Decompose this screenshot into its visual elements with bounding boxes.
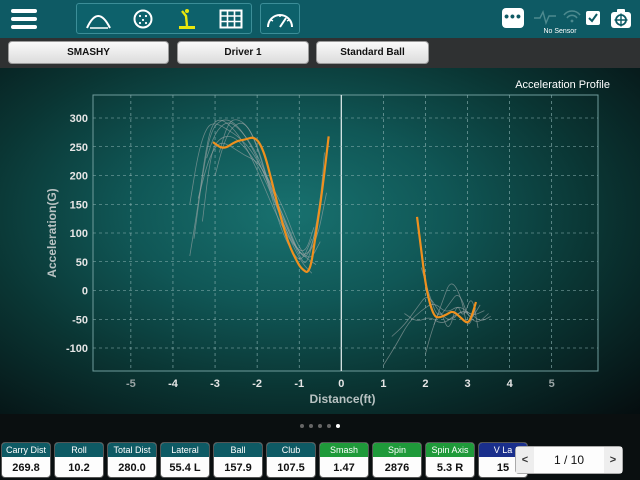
chart-panel[interactable]: -5 -4 -3 -2 -1 0 1 2 3 4 5 300 250 200 150 100 50 0 -50 -10… bbox=[0, 68, 640, 414]
next-shot-button[interactable]: > bbox=[604, 447, 622, 473]
ball-icon bbox=[133, 9, 153, 28]
club-select-button[interactable]: Driver 1 bbox=[177, 41, 309, 64]
chart-title: Acceleration Profile bbox=[515, 79, 610, 91]
page-indicator bbox=[0, 420, 640, 432]
prev-shot-button[interactable]: < bbox=[516, 447, 534, 473]
x-tick-label: 2 bbox=[422, 378, 428, 390]
check-icon bbox=[588, 13, 598, 23]
x-tick-label: 5 bbox=[549, 378, 555, 390]
stat-label: Ball bbox=[214, 443, 262, 457]
target-camera-icon bbox=[611, 9, 631, 28]
stat-value: 1.47 bbox=[333, 462, 355, 474]
stat-value: 107.5 bbox=[277, 462, 305, 474]
x-tick-label: 3 bbox=[464, 378, 470, 390]
x-tick-label: 4 bbox=[507, 378, 514, 390]
page-dot[interactable] bbox=[300, 424, 304, 428]
stat-tile[interactable]: Roll 10.2 bbox=[54, 442, 104, 478]
swing-arc-tab[interactable] bbox=[77, 4, 121, 33]
x-axis-label: Distance(ft) bbox=[309, 392, 375, 406]
shot-counter: 1 / 10 bbox=[553, 453, 585, 467]
table-grid-icon bbox=[219, 9, 243, 28]
stat-label: Roll bbox=[55, 443, 103, 457]
more-options-label: ••• bbox=[504, 8, 522, 24]
stat-tile[interactable]: Total Dist 280.0 bbox=[107, 442, 157, 478]
stat-tile[interactable]: Spin Axis 5.3 R bbox=[425, 442, 475, 478]
stat-value: 2876 bbox=[384, 462, 410, 474]
table-tab[interactable] bbox=[209, 4, 253, 33]
stat-value: 55.4 L bbox=[169, 462, 201, 474]
y-tick-label: 300 bbox=[70, 113, 88, 125]
swing-arc-icon bbox=[86, 14, 111, 29]
background-trace-line bbox=[189, 123, 327, 255]
selector-row: SMASHY Driver 1 Standard Ball bbox=[0, 38, 640, 68]
top-toolbar: ••• No Sensor bbox=[0, 0, 640, 38]
shot-stats-row: Carry Dist 269.8 Roll 10.2 Total Dist 280.0 La… bbox=[0, 442, 528, 478]
stat-value: 5.3 R bbox=[436, 462, 464, 474]
stat-tile[interactable]: Spin 2876 bbox=[372, 442, 422, 478]
stat-value: 280.0 bbox=[118, 462, 146, 474]
page-dot[interactable] bbox=[336, 424, 340, 428]
app-window: ••• No Sensor SMASHY Driver 1 Standard B… bbox=[0, 0, 640, 480]
y-tick-label: 50 bbox=[76, 257, 88, 269]
stat-value: 269.8 bbox=[12, 462, 40, 474]
golfer-tab[interactable] bbox=[165, 4, 209, 33]
mode-select-button[interactable]: SMASHY bbox=[8, 41, 169, 64]
stat-tile[interactable]: Carry Dist 269.8 bbox=[1, 442, 51, 478]
stat-tile[interactable]: Smash 1.47 bbox=[319, 442, 369, 478]
x-tick-label: -2 bbox=[252, 378, 262, 390]
x-tick-label: 0 bbox=[338, 378, 344, 390]
stat-tile[interactable]: Ball 157.9 bbox=[213, 442, 263, 478]
confirm-checkbox[interactable] bbox=[586, 11, 600, 25]
sensor-signal-icon bbox=[534, 10, 581, 26]
x-tick-label: -1 bbox=[294, 378, 304, 390]
stat-label: Spin bbox=[373, 443, 421, 457]
shot-pager: < 1 / 10 > bbox=[515, 446, 623, 474]
golfer-icon bbox=[179, 8, 195, 29]
stat-label: Carry Dist bbox=[2, 443, 50, 457]
x-tick-label: -4 bbox=[168, 378, 179, 390]
stat-tile[interactable]: Club 107.5 bbox=[266, 442, 316, 478]
ball-tab[interactable] bbox=[121, 4, 165, 33]
stat-label: Club bbox=[267, 443, 315, 457]
stat-label: Spin Axis bbox=[426, 443, 474, 457]
sensor-status-label: No Sensor bbox=[543, 28, 577, 35]
page-dot[interactable] bbox=[318, 424, 322, 428]
stat-label: Lateral bbox=[161, 443, 209, 457]
stat-label: Smash bbox=[320, 443, 368, 457]
speedometer-icon bbox=[267, 13, 293, 28]
background-trace-line bbox=[420, 267, 481, 317]
stat-value: 157.9 bbox=[224, 462, 252, 474]
acceleration-chart: -5 -4 -3 -2 -1 0 1 2 3 4 5 300 250 200 150 100 50 0 -50 -10… bbox=[45, 94, 599, 406]
y-tick-label: -50 bbox=[72, 314, 88, 326]
y-tick-label: -100 bbox=[66, 343, 88, 355]
y-tick-label: 100 bbox=[70, 228, 88, 240]
hamburger-icon bbox=[11, 9, 37, 29]
x-tick-label: -5 bbox=[126, 378, 136, 390]
y-tick-label: 150 bbox=[70, 199, 88, 211]
more-options-button[interactable]: ••• bbox=[502, 8, 524, 28]
y-axis-label: Acceleration(G) bbox=[45, 188, 59, 277]
x-tick-label: 1 bbox=[380, 378, 386, 390]
y-tick-label: 250 bbox=[70, 142, 88, 154]
y-tick-label: 0 bbox=[82, 286, 88, 298]
gauge-button[interactable] bbox=[260, 3, 300, 34]
view-selector bbox=[76, 3, 252, 34]
sensor-status: No Sensor bbox=[532, 6, 588, 36]
stat-tile[interactable]: Lateral 55.4 L bbox=[160, 442, 210, 478]
stat-value: 10.2 bbox=[68, 462, 90, 474]
menu-button[interactable] bbox=[6, 4, 42, 34]
stat-label: Total Dist bbox=[108, 443, 156, 457]
y-tick-label: 200 bbox=[70, 171, 88, 183]
page-dot[interactable] bbox=[309, 424, 313, 428]
ball-select-button[interactable]: Standard Ball bbox=[316, 41, 429, 64]
page-dot[interactable] bbox=[327, 424, 331, 428]
target-button[interactable] bbox=[609, 7, 633, 31]
x-tick-label: -3 bbox=[210, 378, 220, 390]
